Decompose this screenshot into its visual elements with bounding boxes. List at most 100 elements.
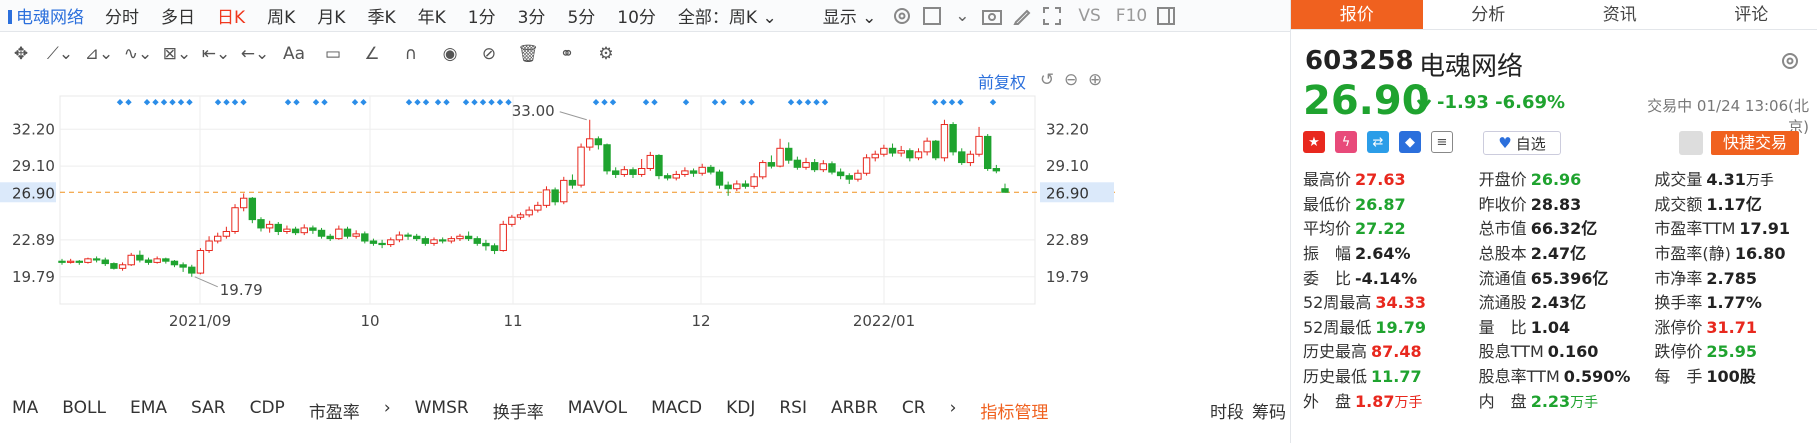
stat-label: 昨收价 (1478, 194, 1527, 214)
note-icon[interactable]: ≡ (1431, 131, 1453, 153)
indicator-12[interactable]: ARBR (819, 398, 890, 423)
gear-icon[interactable] (1779, 50, 1801, 72)
stat-value: 2.43亿 (1530, 293, 1587, 313)
angle-tool-icon[interactable]: ∠ (357, 39, 387, 69)
settings-icon[interactable] (891, 5, 913, 27)
stat-cell: 内 盘 2.23万手 (1467, 388, 1643, 412)
chevron-down-icon[interactable]: ⌄ (951, 5, 973, 27)
stat-value: 0.160 (1547, 342, 1599, 362)
event-marker-icon (813, 99, 820, 106)
arrow-tool-icon[interactable]: ←⌄ (240, 39, 270, 69)
chart-style-icon[interactable] (921, 5, 943, 27)
tab-0[interactable]: 报价 (1291, 0, 1423, 29)
indicator-4[interactable]: CDP (238, 398, 297, 423)
indicator-10[interactable]: KDJ (714, 398, 767, 423)
chevron-right-icon[interactable]: › (372, 398, 403, 423)
stat-value: 1.87 (1355, 391, 1395, 411)
period-tab-6[interactable]: 年K (407, 3, 457, 28)
trash-icon[interactable]: 🗑 (513, 39, 543, 69)
period-tab-5[interactable]: 季K (356, 3, 406, 28)
tag-icon[interactable]: ◆ (1399, 131, 1421, 153)
candle-body (110, 263, 118, 269)
event-marker-icon (312, 99, 320, 106)
gear-icon[interactable]: ⚙ (591, 39, 621, 69)
tab-3[interactable]: 评论 (1686, 0, 1817, 29)
indicator-3[interactable]: SAR (179, 398, 238, 423)
fullscreen-icon[interactable] (1041, 5, 1063, 27)
period-tab-4[interactable]: 月K (306, 3, 356, 28)
shuffle-icon[interactable]: ⇄ (1367, 131, 1389, 153)
period-tab-0[interactable]: 分时 (94, 3, 150, 28)
indicator-manage-button[interactable]: 指标管理 (968, 398, 1060, 423)
indicator-6[interactable]: WMSR (403, 398, 481, 423)
period-tab-9[interactable]: 5分 (556, 3, 606, 28)
lightning-icon[interactable]: ϟ (1335, 131, 1357, 153)
f10-button[interactable]: F10 (1112, 6, 1151, 26)
pencil-icon[interactable] (1011, 5, 1033, 27)
channel-tool-icon[interactable]: ⊿⌄ (84, 39, 114, 69)
chevron-right-icon[interactable]: › (938, 398, 969, 423)
text-tool-icon[interactable]: Aa (279, 39, 309, 69)
period-tab-3[interactable]: 周K (256, 3, 306, 28)
adjust-button[interactable]: 前复权 (978, 69, 1026, 93)
quick-trade-button[interactable]: 快捷交易 (1711, 131, 1799, 155)
zoom-out-icon[interactable]: ⊖ (1064, 70, 1078, 90)
indicator-8[interactable]: MAVOL (556, 398, 639, 423)
eye-icon[interactable]: ◉ (435, 39, 465, 69)
period-tab-2[interactable]: 日K (206, 3, 256, 28)
candle-body (958, 151, 966, 164)
indicator-1[interactable]: BOLL (50, 398, 118, 423)
period-tab-8[interactable]: 3分 (507, 3, 557, 28)
low-annotation-line (194, 276, 218, 288)
indicator-13[interactable]: CR (890, 398, 938, 423)
zoom-in-icon[interactable]: ⊕ (1088, 70, 1102, 90)
display-menu[interactable]: 显示 ⌄ (812, 3, 888, 28)
period-tab-1[interactable]: 多日 (150, 3, 206, 28)
indicator-7[interactable]: 换手率 (481, 398, 556, 423)
fibonacci-tool-icon[interactable]: ⊠⌄ (162, 39, 192, 69)
tab-2[interactable]: 资讯 (1554, 0, 1686, 29)
indicator-11[interactable]: RSI (767, 398, 819, 423)
stat-cell: 外 盘 1.87万手 (1291, 388, 1467, 412)
event-marker-icon (989, 99, 997, 106)
tab-chips[interactable]: 筹码 (1248, 398, 1290, 423)
panel-toggle-icon[interactable] (1155, 5, 1177, 27)
event-marker-icon (940, 99, 947, 106)
comment-tool-icon[interactable]: ▭ (318, 39, 348, 69)
wave-tool-icon[interactable]: ∿⌄ (123, 39, 153, 69)
indicator-2[interactable]: EMA (118, 398, 179, 423)
candle-body (369, 240, 378, 244)
period-tab-7[interactable]: 1分 (457, 3, 507, 28)
tab-time-segment[interactable]: 时段 (1206, 398, 1248, 423)
stock-name-tab[interactable]: 电魂网络 (8, 3, 94, 28)
candle-body (776, 147, 784, 167)
stat-cell: 股息率TTM 0.590% (1467, 363, 1643, 387)
stat-label: 流通值 (1478, 268, 1527, 288)
candle-body (534, 204, 542, 211)
move-icon[interactable]: ✥ (6, 39, 36, 69)
reset-icon[interactable]: ↺ (1040, 70, 1054, 90)
tab-1[interactable]: 分析 (1423, 0, 1555, 29)
hide-icon[interactable]: ⊘ (474, 39, 504, 69)
period-tab-10[interactable]: 10分 (606, 3, 667, 28)
indicator-9[interactable]: MACD (639, 398, 714, 423)
vs-button[interactable]: VS (1067, 6, 1111, 26)
indicator-0[interactable]: MA (0, 398, 50, 423)
range-tool-icon[interactable]: ⇤⌄ (201, 39, 231, 69)
magnet-icon[interactable]: ∩ (396, 39, 426, 69)
candle-body (733, 183, 741, 190)
candle-body (637, 168, 646, 175)
line-tool-icon[interactable]: ⟋⌄ (45, 39, 75, 69)
quote-tabs: 报价 分析 资讯 评论 (1291, 0, 1817, 30)
bell-icon[interactable] (1679, 131, 1703, 155)
kline-chart[interactable]: 32.20 32.20 29.10 29.10 22.89 22.89 19.79 19.79… (0, 70, 1290, 379)
indicator-5[interactable]: 市盈率 (297, 398, 372, 423)
scope-select[interactable]: 全部：周K ⌄ (667, 3, 788, 28)
candle-body (551, 189, 559, 203)
camera-icon[interactable] (981, 5, 1003, 27)
kline-svg[interactable]: 32.20 32.20 29.10 29.10 22.89 22.89 19.79 19.79… (0, 74, 1290, 379)
x-tick-label: 10 (360, 312, 379, 330)
stat-label: 换手率 (1654, 293, 1703, 313)
add-favorite-button[interactable]: ♥ 自选 (1483, 131, 1561, 155)
link-icon[interactable]: ⚭ (552, 39, 582, 69)
